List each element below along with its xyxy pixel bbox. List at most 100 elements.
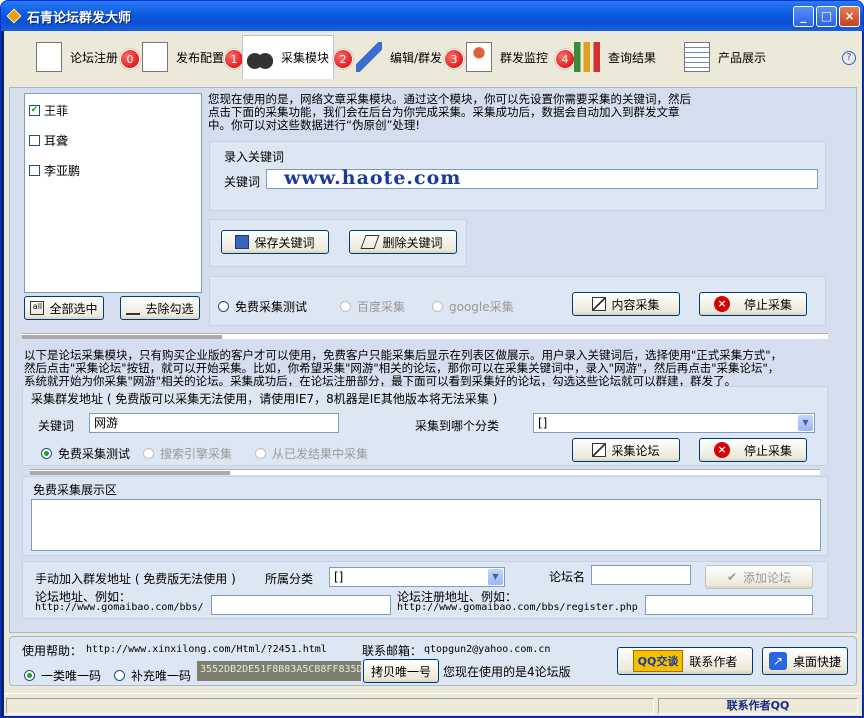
- tab-monitor[interactable]: 群发监控: [466, 35, 548, 79]
- radio-google[interactable]: google采集: [432, 298, 514, 315]
- user-icon: [466, 42, 492, 72]
- list-item-label: 王菲: [44, 103, 69, 118]
- checkbox[interactable]: [29, 164, 40, 176]
- button-label: 停止采集: [743, 443, 792, 458]
- bar-chart-icon: [574, 42, 600, 72]
- radio-button[interactable]: [340, 301, 351, 312]
- step-badge: 4: [555, 49, 575, 69]
- radio-label: 免费采集测试: [58, 447, 131, 461]
- button-label: 删除关键词: [382, 235, 443, 250]
- button-label: 去除勾选: [145, 301, 194, 316]
- radio-label: 百度采集: [357, 300, 406, 314]
- display-area[interactable]: [31, 499, 821, 551]
- button-label: 停止采集: [743, 297, 792, 312]
- tab-label: 采集模块: [281, 51, 330, 65]
- radio-button[interactable]: [114, 670, 125, 681]
- radio-button[interactable]: [255, 448, 266, 459]
- collect-icon: [592, 297, 607, 311]
- contact-qq-link[interactable]: 联系作者QQ: [658, 698, 858, 714]
- radio-button[interactable]: [218, 301, 229, 312]
- eraser-icon: [360, 235, 381, 249]
- save-icon: [235, 235, 250, 249]
- stop-article-button[interactable]: × 停止采集: [699, 292, 807, 316]
- radio-label: google采集: [449, 300, 514, 314]
- checkbox[interactable]: [29, 134, 40, 146]
- app-icon: [6, 8, 22, 24]
- radio-button[interactable]: [143, 448, 154, 459]
- tab-edit-send[interactable]: 编辑/群发: [356, 35, 442, 79]
- desktop-shortcut-button[interactable]: ↗ 桌面快捷: [762, 647, 848, 675]
- radio-button-selected[interactable]: [24, 670, 35, 681]
- keyword-label: 关键词: [224, 175, 261, 189]
- manual-category-label: 所属分类: [265, 572, 314, 586]
- manual-category-select[interactable]: [] ▼: [329, 567, 505, 587]
- client-area: 论坛注册 0 发布配置 1 采集模块 2 编辑/群发 3 群发监控 4 查询结果…: [4, 31, 862, 716]
- step-badge: 1: [224, 49, 244, 69]
- qq-chat-button[interactable]: QQ交谈 联系作者: [617, 647, 753, 675]
- tab-publish-config[interactable]: 发布配置: [142, 35, 224, 79]
- reg-addr-input[interactable]: [645, 595, 813, 615]
- stop-icon: ×: [713, 442, 730, 458]
- save-keyword-button[interactable]: 保存关键词: [221, 230, 329, 254]
- step-badge: 3: [444, 49, 464, 69]
- stop-forum-button[interactable]: × 停止采集: [699, 438, 807, 462]
- radio-forum-free[interactable]: 免费采集测试: [41, 445, 130, 462]
- list-item[interactable]: 耳聋: [29, 132, 68, 148]
- window-title: 石青论坛群发大师: [27, 11, 132, 26]
- delete-keyword-button[interactable]: 删除关键词: [349, 230, 457, 254]
- tab-label: 产品展示: [718, 50, 767, 65]
- article-description: 您现在使用的是，网络文章采集模块。通过这个模块，你可以先设置你需要采集的关键词，…: [208, 93, 748, 132]
- list-item[interactable]: 李亚鹏: [29, 162, 80, 178]
- forum-keyword-input[interactable]: 网游: [89, 413, 339, 433]
- maximize-button[interactable]: □: [816, 6, 837, 27]
- select-all-button[interactable]: all 全部选中: [24, 296, 104, 320]
- add-forum-button[interactable]: ✔ 添加论坛: [705, 565, 813, 589]
- list-document-icon: [684, 42, 710, 72]
- email-link[interactable]: qtopgun2@yahoo.com.cn: [424, 644, 550, 655]
- minimize-button[interactable]: _: [793, 6, 814, 27]
- radio-button-selected[interactable]: [41, 448, 52, 459]
- collect-forum-button[interactable]: 采集论坛: [572, 438, 680, 462]
- category-select[interactable]: [] ▼: [533, 413, 815, 433]
- qq-icon: QQ交谈: [632, 650, 684, 672]
- radio-search-engine[interactable]: 搜索引擎采集: [143, 445, 232, 462]
- radio-unique-code-1[interactable]: 一类唯一码: [24, 667, 101, 684]
- forum-name-input[interactable]: [591, 565, 691, 585]
- keyword-list[interactable]: ✔ 王菲 耳聋 李亚鹏: [24, 93, 202, 293]
- radio-unique-code-2[interactable]: 补充唯一码: [114, 667, 191, 684]
- radio-label: 一类唯一码: [41, 669, 102, 683]
- help-icon[interactable]: ?: [842, 51, 856, 65]
- content-collect-button[interactable]: 内容采集: [572, 292, 680, 316]
- close-button[interactable]: ×: [839, 6, 860, 27]
- tab-collect[interactable]: 采集模块: [242, 35, 335, 79]
- chevron-down-icon[interactable]: ▼: [798, 415, 813, 431]
- radio-button[interactable]: [432, 301, 443, 312]
- document-icon: [142, 42, 168, 72]
- list-item-label: 李亚鹏: [44, 163, 81, 178]
- radio-label: 补充唯一码: [131, 669, 192, 683]
- step-badge: 2: [333, 49, 353, 69]
- radio-label: 从已发结果中采集: [272, 447, 369, 461]
- progress-bar: [22, 333, 828, 339]
- category-label: 采集到哪个分类: [415, 419, 500, 433]
- chevron-down-icon[interactable]: ▼: [488, 569, 503, 585]
- deselect-button[interactable]: 去除勾选: [120, 296, 200, 320]
- copy-serial-button[interactable]: 拷贝唯一号: [363, 659, 439, 683]
- tab-products[interactable]: 产品展示: [684, 35, 766, 79]
- main-window: 石青论坛群发大师 _ □ × 论坛注册 0 发布配置 1 采集模块 2 编辑/群…: [0, 0, 864, 718]
- tab-results[interactable]: 查询结果: [574, 35, 656, 79]
- radio-free-test[interactable]: 免费采集测试: [218, 298, 307, 315]
- title-bar[interactable]: 石青论坛群发大师 _ □ ×: [1, 1, 863, 31]
- radio-baidu[interactable]: 百度采集: [340, 298, 405, 315]
- tab-label: 论坛注册: [70, 50, 119, 65]
- tab-forum-register[interactable]: 论坛注册: [36, 35, 118, 79]
- deselect-icon: [126, 301, 141, 315]
- keyword-entry-group: 录入关键词 关键词 www.haote.com: [209, 141, 826, 211]
- radio-from-results[interactable]: 从已发结果中采集: [255, 445, 368, 462]
- list-item[interactable]: ✔ 王菲: [29, 102, 68, 118]
- button-label: 内容采集: [611, 297, 660, 312]
- forum-addr-input[interactable]: [211, 595, 391, 615]
- help-link[interactable]: http://www.xinxilong.com/Html/?2451.html: [86, 644, 327, 655]
- checkbox-checked[interactable]: ✔: [29, 104, 40, 116]
- pen-icon: [356, 42, 382, 72]
